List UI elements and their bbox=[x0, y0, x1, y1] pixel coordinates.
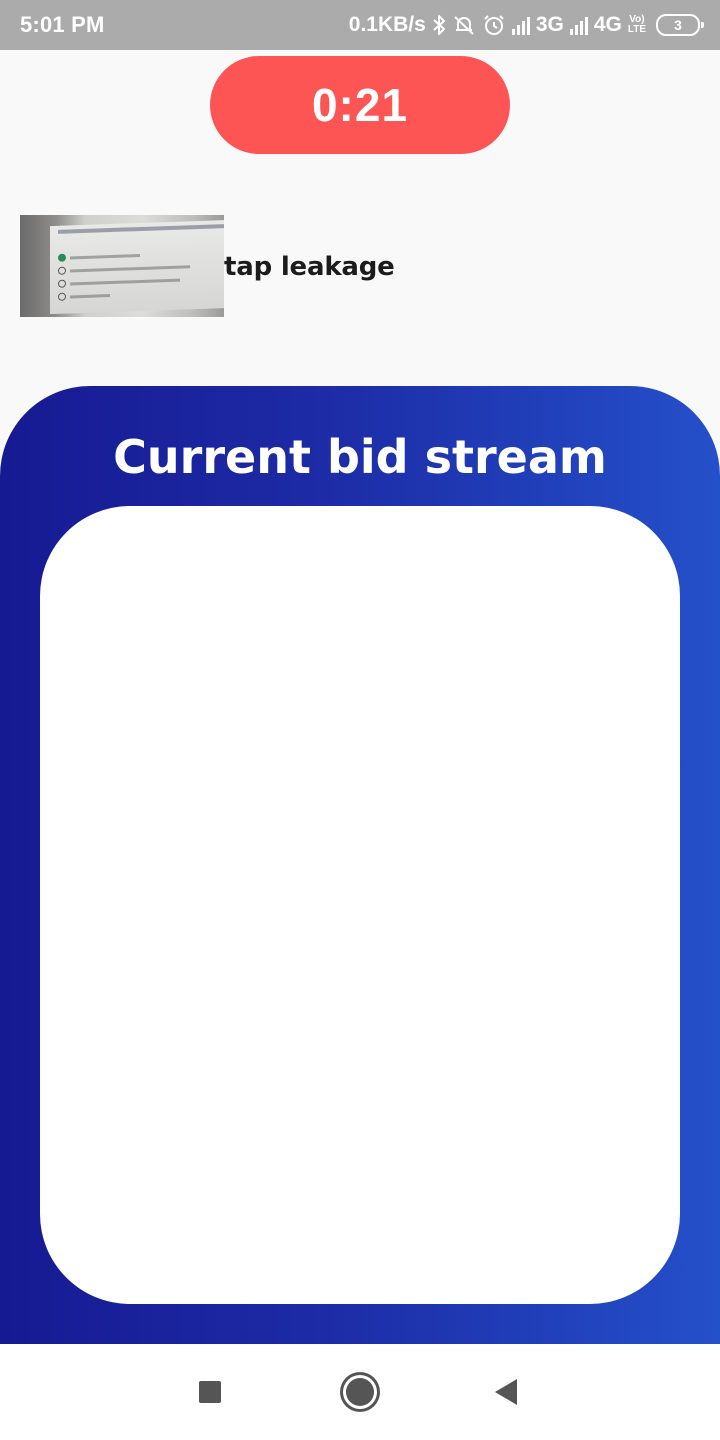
status-bar: 5:01 PM 0.1KB/s 3G 4G Vo) LTE 3 bbox=[0, 0, 720, 50]
timer-value: 0:21 bbox=[311, 79, 409, 131]
recents-button[interactable] bbox=[170, 1344, 250, 1440]
home-button[interactable] bbox=[320, 1344, 400, 1440]
thumbnail-photo bbox=[50, 219, 224, 315]
battery-icon: 3 bbox=[656, 14, 704, 36]
volte-icon: Vo) LTE bbox=[628, 15, 646, 35]
recents-icon bbox=[199, 1381, 221, 1403]
muted-bell-icon bbox=[452, 12, 476, 38]
signal-icon bbox=[569, 15, 588, 35]
volte-bottom-label: LTE bbox=[627, 24, 646, 35]
home-icon bbox=[346, 1378, 374, 1406]
product-thumbnail bbox=[20, 215, 224, 317]
screen: 5:01 PM 0.1KB/s 3G 4G Vo) LTE 3 0:21 tap… bbox=[0, 0, 720, 1440]
signal-icon bbox=[511, 15, 530, 35]
battery-level: 3 bbox=[674, 17, 682, 33]
alarm-icon bbox=[482, 12, 506, 38]
countdown-timer: 0:21 bbox=[210, 56, 510, 154]
status-indicators: 0.1KB/s 3G 4G Vo) LTE 3 bbox=[348, 12, 704, 38]
back-icon bbox=[495, 1379, 517, 1405]
bid-stream-title: Current bid stream bbox=[113, 430, 607, 484]
network-3g-label: 3G bbox=[535, 13, 564, 36]
back-button[interactable] bbox=[466, 1344, 546, 1440]
navigation-bar bbox=[0, 1344, 720, 1440]
bid-stream-panel: Current bid stream bbox=[0, 386, 720, 1344]
network-speed: 0.1KB/s bbox=[348, 13, 426, 36]
product-name: tap leakage bbox=[224, 252, 395, 282]
status-time: 5:01 PM bbox=[20, 12, 105, 37]
bluetooth-icon bbox=[432, 12, 446, 38]
bid-stream-list[interactable] bbox=[40, 506, 680, 1304]
product-row[interactable]: tap leakage bbox=[20, 215, 395, 317]
network-4g-label: 4G bbox=[593, 13, 622, 36]
